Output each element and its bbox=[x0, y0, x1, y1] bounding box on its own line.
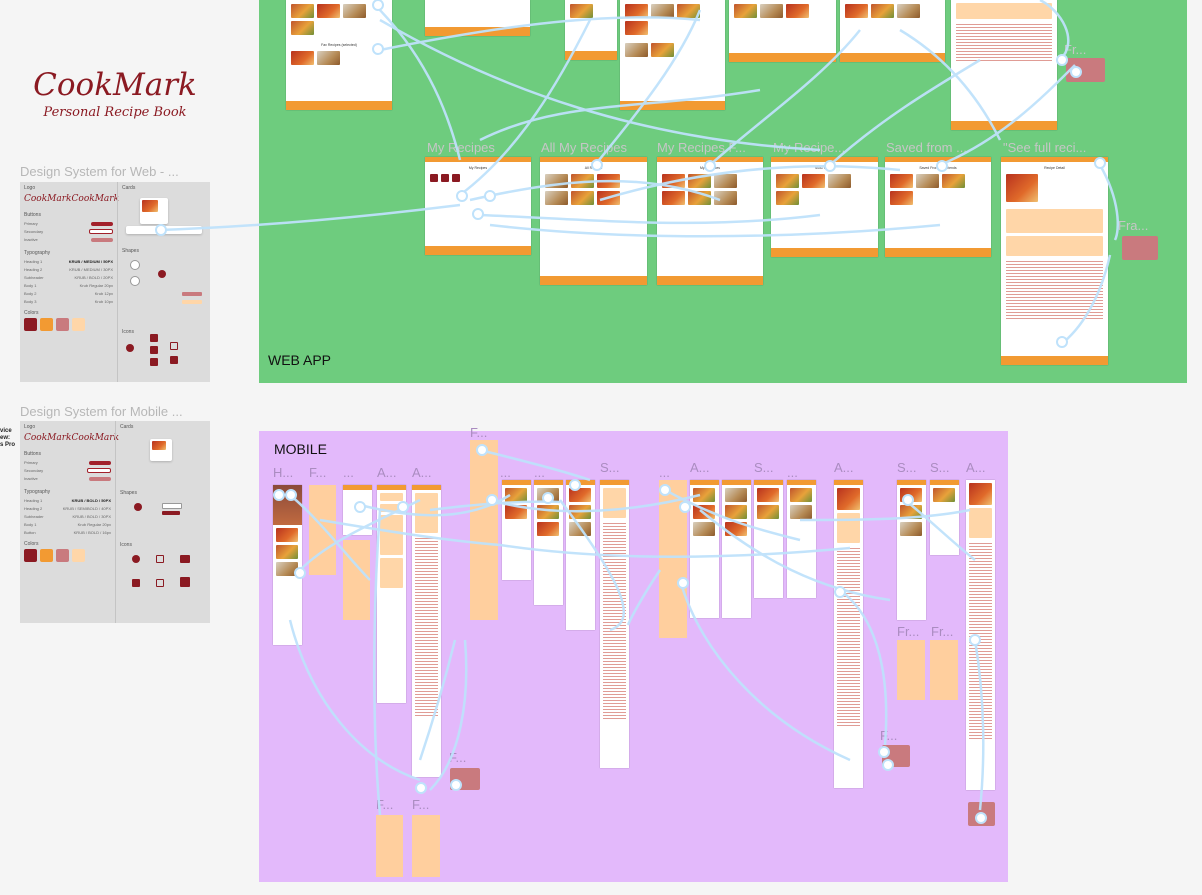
mobile-screen-recipe[interactable] bbox=[600, 480, 629, 768]
mobile-screen-a-last[interactable] bbox=[966, 480, 995, 790]
ds-button-inactive bbox=[91, 237, 113, 242]
web-screen-top-5[interactable] bbox=[729, 0, 836, 62]
ds-comment-card bbox=[126, 226, 202, 234]
mobile-lower-label-5: Fr... bbox=[897, 624, 920, 639]
mobile-pink-frame-3[interactable] bbox=[968, 802, 995, 826]
web-screen-my-recipes-f[interactable]: My Favorites bbox=[657, 157, 763, 285]
web-screen-top-7[interactable] bbox=[951, 0, 1057, 130]
mobile-frame-label-11: S... bbox=[754, 460, 774, 475]
folder-icon bbox=[150, 358, 158, 366]
mobile-frame-label-3: ... bbox=[343, 465, 354, 480]
mobile-frame-s2-lower[interactable] bbox=[930, 640, 958, 700]
mobile-screen-s1[interactable] bbox=[897, 480, 926, 620]
mobile-frame-9[interactable] bbox=[659, 480, 687, 638]
bookmark-icon bbox=[170, 356, 178, 364]
mobile-lower-label-6: Fr... bbox=[931, 624, 954, 639]
web-frame-label-6: "See full reci... bbox=[1003, 140, 1087, 155]
mobile-frame-label-0: F... bbox=[470, 425, 488, 440]
bookmark-icon bbox=[170, 342, 178, 350]
mobile-screen-saved[interactable] bbox=[754, 480, 783, 598]
mobile-pink-frame-1[interactable] bbox=[450, 768, 480, 790]
web-side-frame-1[interactable] bbox=[1066, 58, 1105, 82]
mobile-screen-add-recipe[interactable] bbox=[377, 485, 406, 703]
mobile-screen-saved-2[interactable] bbox=[787, 480, 816, 598]
mobile-frame-label-13: A... bbox=[834, 460, 854, 475]
mobile-lower-label-1: F... bbox=[449, 750, 467, 765]
mobile-lower-label-3: F... bbox=[412, 797, 430, 812]
mobile-frame-label-6: ... bbox=[500, 465, 511, 480]
mobile-design-system-panel[interactable]: Logo CookMark CookMark Buttons Primary Se… bbox=[20, 421, 210, 623]
mobile-frame-s1-lower[interactable] bbox=[897, 640, 925, 700]
device-note: vice ew: s Pro bbox=[0, 428, 16, 448]
web-screen-top-3[interactable] bbox=[565, 0, 617, 60]
mobile-frame-label-1: H... bbox=[273, 465, 294, 480]
mobile-frame-label-14: S... bbox=[897, 460, 917, 475]
mobile-screen-list-2[interactable] bbox=[534, 480, 563, 605]
mobile-design-system-title[interactable]: Design System for Mobile ... bbox=[20, 404, 183, 419]
web-design-system-panel[interactable]: Logo CookMark CookMark Buttons Primary Se… bbox=[20, 182, 210, 382]
web-screen-home[interactable]: Fav Recipes (selected) bbox=[286, 0, 392, 110]
mobile-screen-full-recipe[interactable] bbox=[834, 480, 863, 788]
mobile-frame-lower-1[interactable] bbox=[376, 815, 403, 877]
mobile-screen-list-3[interactable] bbox=[566, 480, 595, 630]
web-frame-label-3: My Recipes F... bbox=[657, 140, 746, 155]
ds-swatches bbox=[24, 318, 113, 331]
folder-icon bbox=[150, 346, 158, 354]
web-screen-top-4[interactable] bbox=[620, 0, 725, 110]
web-app-label: WEB APP bbox=[268, 352, 332, 368]
mobile-pink-frame-2[interactable] bbox=[882, 745, 910, 767]
folder-icon bbox=[150, 334, 158, 342]
user-icon bbox=[126, 344, 134, 352]
web-frame-label-1: My Recipes bbox=[427, 140, 495, 155]
mobile-frame-f[interactable] bbox=[470, 440, 498, 620]
web-side-label-1: Fr... bbox=[1064, 42, 1087, 57]
web-frame-label-5: Saved from ... bbox=[886, 140, 967, 155]
web-screen-see-full-recipe[interactable]: Recipe Detail bbox=[1001, 157, 1108, 365]
web-screen-my-recipes[interactable]: My Recipes bbox=[425, 157, 531, 255]
mobile-screen-home[interactable] bbox=[273, 485, 302, 645]
mobile-screen-all-2[interactable] bbox=[722, 480, 751, 618]
mobile-frame-label-12: ... bbox=[787, 465, 798, 480]
web-screen-saved-from[interactable]: Saved From My Friends bbox=[885, 157, 991, 257]
mobile-frame-label-8: S... bbox=[600, 460, 620, 475]
mobile-menu-frame[interactable] bbox=[309, 485, 336, 575]
ds-recipe-card bbox=[140, 198, 168, 224]
web-screen-top-2[interactable] bbox=[425, 0, 530, 36]
web-side-frame-2[interactable] bbox=[1122, 236, 1158, 260]
ds-button-secondary bbox=[89, 229, 113, 234]
web-frame-label-2: All My Recipes bbox=[541, 140, 627, 155]
logo-wordmark: CookMark bbox=[33, 67, 197, 103]
mobile-frame-label-4: A... bbox=[377, 465, 397, 480]
logo-tagline: Personal Recipe Book bbox=[43, 105, 187, 120]
mobile-lower-label-2: F... bbox=[376, 797, 394, 812]
mobile-frame-lower-2[interactable] bbox=[412, 815, 440, 877]
mobile-frame-label-10: A... bbox=[690, 460, 710, 475]
mobile-screen-3[interactable] bbox=[343, 485, 372, 535]
mobile-screen-all[interactable] bbox=[690, 480, 719, 618]
ds-button-primary bbox=[91, 221, 113, 226]
ds-logo-sample: CookMark bbox=[24, 194, 72, 204]
mobile-frame-label-2: F... bbox=[309, 465, 327, 480]
mobile-menu-frame-2[interactable] bbox=[343, 540, 370, 620]
web-design-system-title[interactable]: Design System for Web - ... bbox=[20, 164, 179, 179]
mobile-frame-label-16: A... bbox=[966, 460, 986, 475]
brand-logo: CookMark Personal Recipe Book bbox=[30, 67, 200, 121]
mobile-frame-label-7: ... bbox=[534, 465, 545, 480]
mobile-screen-s2[interactable] bbox=[930, 480, 959, 555]
web-frame-label-4: My Recipe... bbox=[773, 140, 846, 155]
web-screen-all-my-recipes[interactable]: All Recipes bbox=[540, 157, 647, 285]
mobile-screen-list[interactable] bbox=[502, 480, 531, 580]
mobile-frame-label-9: ... bbox=[659, 465, 670, 480]
mobile-screen-add-recipe-2[interactable] bbox=[412, 485, 441, 777]
mobile-label: MOBILE bbox=[274, 441, 327, 457]
mobile-frame-label-15: S... bbox=[930, 460, 950, 475]
web-side-label-2: Fra... bbox=[1118, 218, 1149, 233]
web-screen-my-recipe[interactable]: Most Visited bbox=[771, 157, 878, 257]
web-screen-top-6[interactable] bbox=[840, 0, 945, 62]
mobile-frame-label-5: A... bbox=[412, 465, 432, 480]
mobile-lower-label-4: F... bbox=[880, 728, 898, 743]
